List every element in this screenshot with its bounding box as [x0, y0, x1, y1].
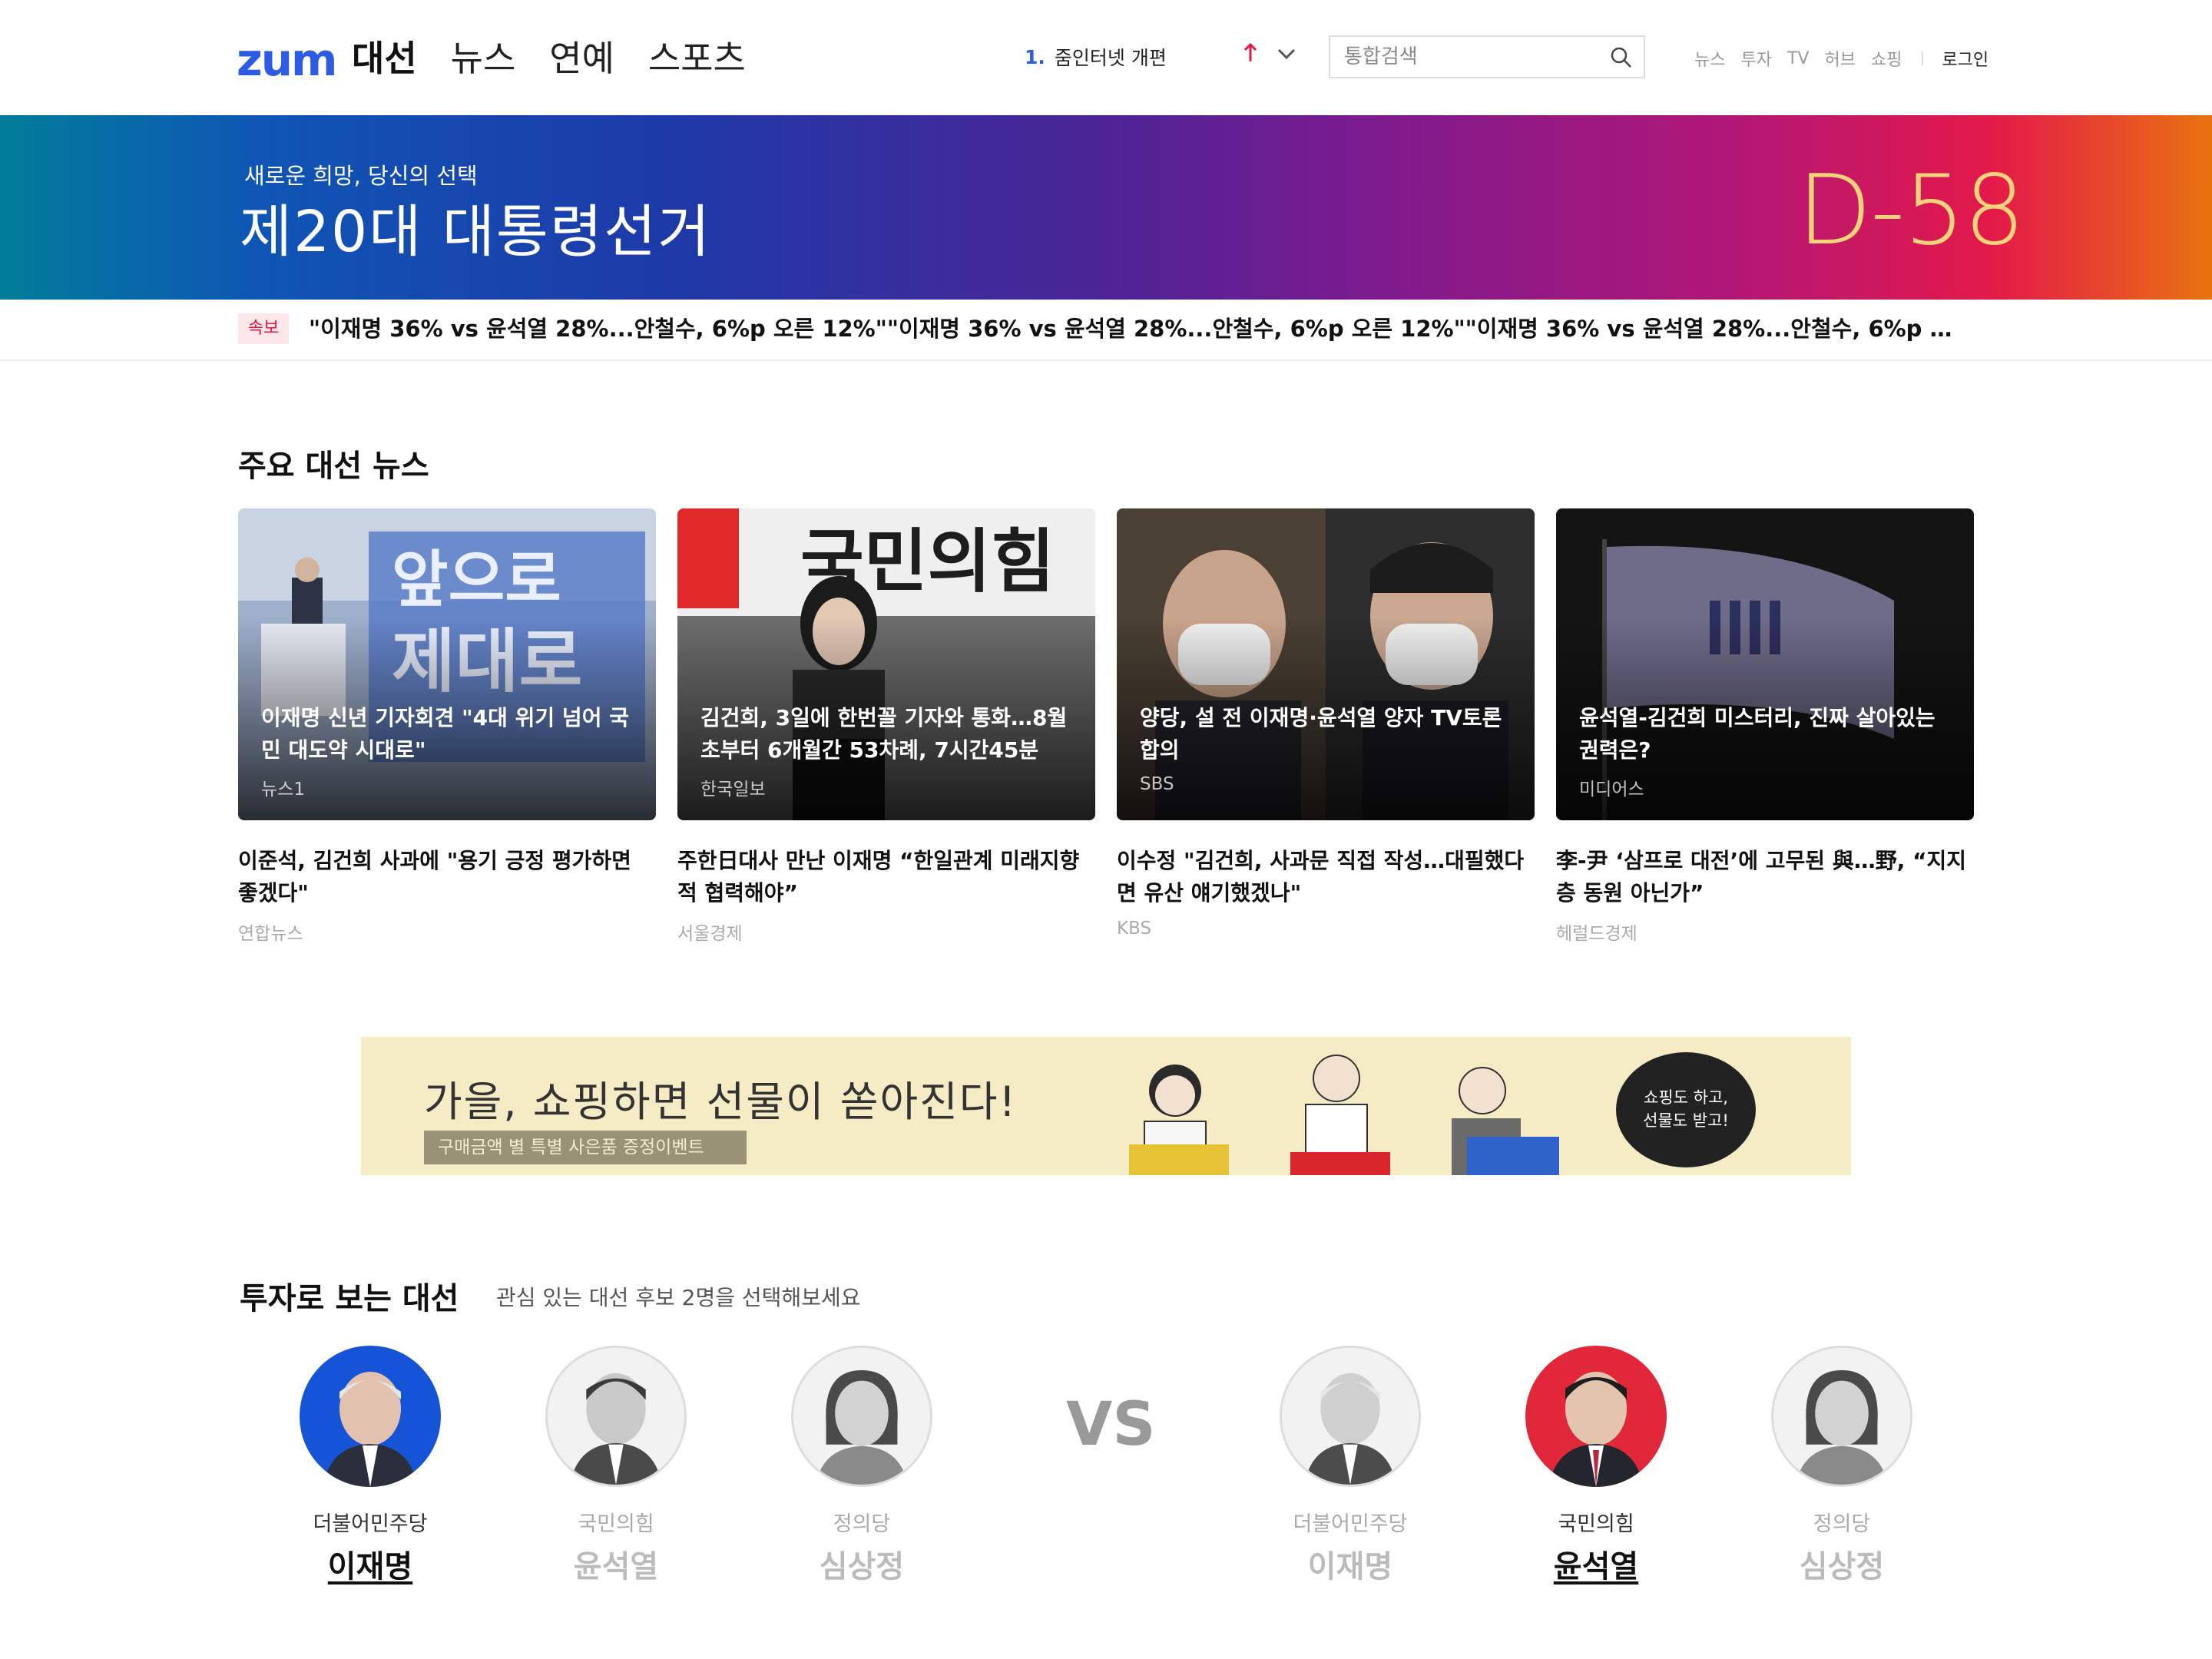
candidate-party: 정의당: [833, 1512, 891, 1536]
util-news[interactable]: 뉴스: [1694, 46, 1725, 71]
card-gradient: [1117, 508, 1535, 820]
candidate-right-yoon[interactable]: 국민의힘 윤석열: [1496, 1346, 1696, 1586]
candidate-name[interactable]: 심상정: [1742, 1541, 1942, 1586]
search-box: [1329, 35, 1645, 78]
top-navigation: zum 대선 뉴스 연예 스포츠 1. 줌인터넷 개편 뉴스 투자 TV 허브 …: [0, 0, 2212, 115]
candidate-photo: [300, 1346, 441, 1487]
utility-links: 뉴스 투자 TV 허브 쇼핑 로그인: [1694, 46, 1988, 71]
candidate-party: 국민의힘: [578, 1512, 654, 1536]
news-card-title[interactable]: 김건희, 3일에 한번꼴 기자와 통화…8월초부터 6개월간 53차례, 7시간…: [700, 702, 1077, 767]
candidate-photo: [1771, 1346, 1912, 1487]
news-card[interactable]: 앞으로 제대로 이재명 신년 기자회견 "4대 위기 넘어 국민 대도약 시대로…: [238, 508, 656, 820]
ad-bubble-line1: 쇼핑도 하고,: [1644, 1088, 1728, 1107]
d-day-counter: D-58: [1797, 154, 2025, 267]
news-item-source: 연합뉴스: [238, 924, 303, 944]
candidate-right-sim[interactable]: 정의당 심상정: [1742, 1346, 1942, 1586]
news-card[interactable]: 양당, 설 전 이재명·윤석열 양자 TV토론 합의 SBS: [1117, 508, 1535, 820]
news-item-source: 헤럴드경제: [1556, 924, 1637, 944]
breaking-badge: 속보: [238, 313, 289, 344]
section-title-news: 주요 대선 뉴스: [238, 449, 429, 484]
search-icon[interactable]: [1610, 46, 1633, 69]
util-shopping[interactable]: 쇼핑: [1871, 46, 1902, 71]
ad-bubble-line2: 선물도 받고!: [1643, 1111, 1729, 1130]
news-card[interactable]: 국민의힘 김건희, 3일에 한번꼴 기자와 통화…8월초부터 6개월간 53차례…: [677, 508, 1095, 820]
realtime-rank[interactable]: 1. 줌인터넷 개편: [1025, 43, 1167, 71]
news-list-item[interactable]: 주한日대사 만난 이재명 “한일관계 미래지향적 협력해야” 서울경제: [677, 845, 1095, 945]
chevron-down-icon[interactable]: [1277, 46, 1296, 61]
login-link[interactable]: 로그인: [1942, 46, 1988, 71]
news-card-title[interactable]: 양당, 설 전 이재명·윤석열 양자 TV토론 합의: [1140, 702, 1516, 767]
menu-news[interactable]: 뉴스: [451, 31, 516, 81]
candidate-photo: [791, 1346, 932, 1487]
ad-illustration: [1129, 1055, 1559, 1175]
news-card-title[interactable]: 이재명 신년 기자회견 "4대 위기 넘어 국민 대도약 시대로": [261, 702, 637, 767]
candidate-left-yoon[interactable]: 국민의힘 윤석열: [516, 1346, 716, 1586]
util-invest[interactable]: 투자: [1740, 46, 1771, 71]
election-banner: 새로운 희망, 당신의 선택 제20대 대통령선거 D-58: [0, 115, 2212, 300]
candidate-party: 더불어민주당: [1293, 1512, 1408, 1536]
banner-title: 제20대 대통령선거: [240, 199, 712, 265]
candidate-party: 더불어민주당: [313, 1512, 428, 1536]
candidate-left-lee[interactable]: 더불어민주당 이재명: [270, 1346, 470, 1586]
search-input[interactable]: [1344, 37, 1598, 77]
main-menu: 대선 뉴스 연예 스포츠: [352, 31, 746, 81]
candidate-party: 정의당: [1813, 1512, 1871, 1536]
candidate-name[interactable]: 이재명: [270, 1541, 470, 1586]
zum-logo[interactable]: zum: [237, 34, 337, 86]
news-card-source: 뉴스1: [261, 780, 305, 800]
candidate-left-sim[interactable]: 정의당 심상정: [762, 1346, 962, 1586]
news-item-source: KBS: [1117, 919, 1152, 939]
candidate-photo: [545, 1346, 687, 1487]
candidate-photo: [1280, 1346, 1421, 1487]
news-card-title[interactable]: 윤석열-김건희 미스터리, 진짜 살아있는 권력은?: [1579, 702, 1955, 767]
candidate-right-lee[interactable]: 더불어민주당 이재명: [1250, 1346, 1450, 1586]
candidate-name[interactable]: 심상정: [762, 1541, 962, 1586]
candidate-party: 국민의힘: [1558, 1512, 1634, 1536]
news-list-item[interactable]: 李-尹 ‘삼프로 대전’에 고무된 與…野, “지지층 동원 아닌가” 헤럴드경…: [1556, 845, 1974, 945]
ad-speech-bubble: 쇼핑도 하고, 선물도 받고!: [1616, 1052, 1756, 1167]
rank-up-arrow-icon: [1243, 43, 1257, 61]
menu-election[interactable]: 대선: [352, 31, 417, 81]
menu-sports[interactable]: 스포츠: [648, 31, 746, 81]
section-description: 관심 있는 대선 후보 2명을 선택해보세요: [496, 1285, 861, 1310]
news-card-source: SBS: [1140, 774, 1174, 794]
candidate-name[interactable]: 윤석열: [516, 1541, 716, 1586]
ad-subtext: 구매금액 별 특별 사은품 증정이벤트: [424, 1131, 747, 1164]
news-item-source: 서울경제: [677, 924, 743, 944]
news-item-title[interactable]: 李-尹 ‘삼프로 대전’에 고무된 與…野, “지지층 동원 아닌가”: [1556, 845, 1974, 909]
news-list-item[interactable]: 이수정 "김건희, 사과문 직접 작성…대필했다면 유산 얘기했겠나" KBS: [1117, 845, 1535, 939]
util-tv[interactable]: TV: [1787, 49, 1810, 68]
candidate-photo: [1525, 1346, 1667, 1487]
news-card[interactable]: 윤석열-김건희 미스터리, 진짜 살아있는 권력은? 미디어스: [1556, 508, 1974, 820]
news-list-item[interactable]: 이준석, 김건희 사과에 "용기 긍정 평가하면 좋겠다" 연합뉴스: [238, 845, 656, 945]
menu-entertainment[interactable]: 연예: [549, 31, 614, 81]
breaking-news-text[interactable]: "이재명 36% vs 윤석열 28%...안철수, 6%p 오른 12%""이…: [309, 313, 1960, 344]
util-hub[interactable]: 허브: [1824, 46, 1855, 71]
candidate-name[interactable]: 윤석열: [1496, 1541, 1696, 1586]
divider: [1922, 51, 1924, 65]
news-item-title[interactable]: 주한日대사 만난 이재명 “한일관계 미래지향적 협력해야”: [677, 845, 1095, 909]
news-item-title[interactable]: 이수정 "김건희, 사과문 직접 작성…대필했다면 유산 얘기했겠나": [1117, 845, 1535, 909]
candidate-name[interactable]: 이재명: [1250, 1541, 1450, 1586]
news-card-source: 한국일보: [700, 780, 766, 800]
ad-banner[interactable]: 가을, 쇼핑하면 선물이 쏟아진다! 구매금액 별 특별 사은품 증정이벤트 쇼…: [361, 1037, 1851, 1175]
rank-keyword[interactable]: 줌인터넷 개편: [1055, 43, 1167, 71]
section-title-candidates: 투자로 보는 대선: [240, 1281, 459, 1316]
vs-label: VS: [1066, 1390, 1156, 1459]
breaking-news-bar: 속보 "이재명 36% vs 윤석열 28%...안철수, 6%p 오른 12%…: [0, 300, 2212, 361]
news-item-title[interactable]: 이준석, 김건희 사과에 "용기 긍정 평가하면 좋겠다": [238, 845, 656, 909]
news-card-source: 미디어스: [1579, 780, 1644, 800]
ad-headline: 가을, 쇼핑하면 선물이 쏟아진다!: [424, 1078, 1018, 1126]
rank-number: 1.: [1025, 45, 1045, 68]
